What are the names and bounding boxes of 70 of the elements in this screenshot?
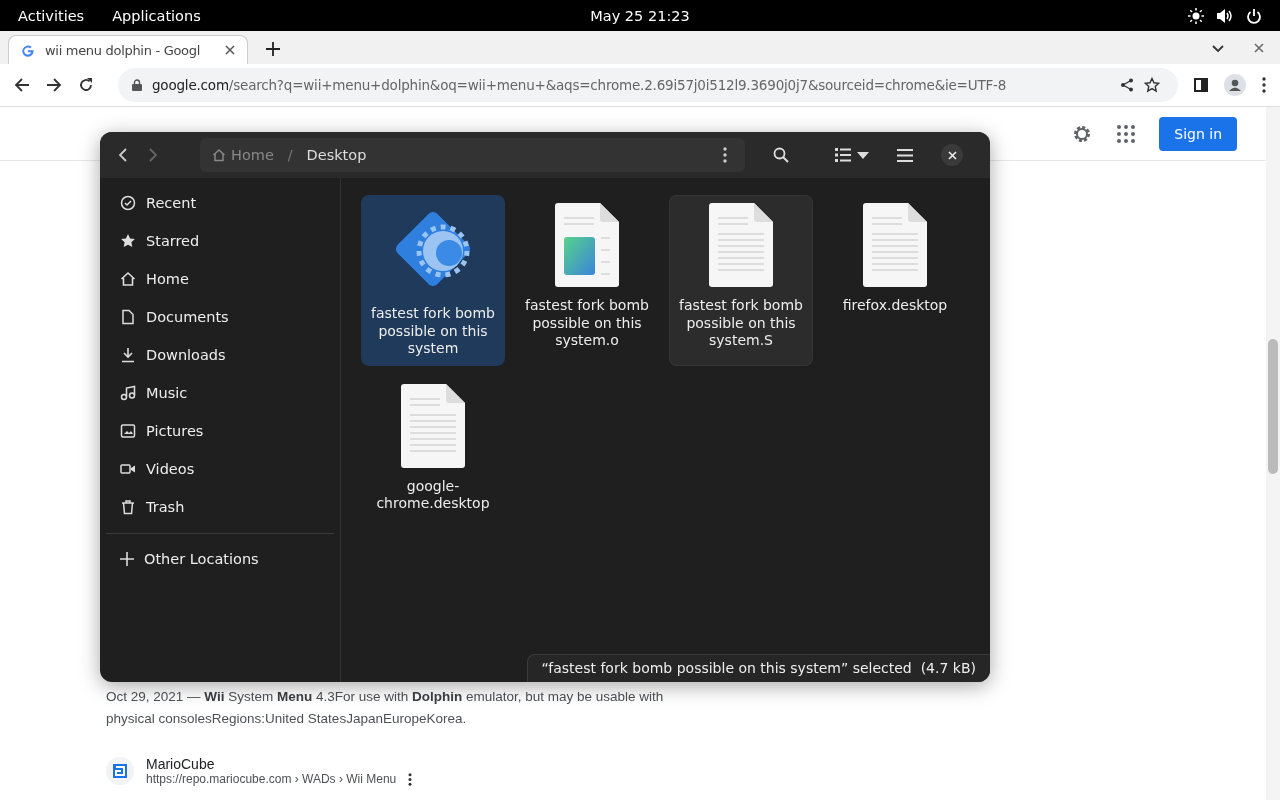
close-icon[interactable] xyxy=(1254,43,1264,53)
sidebar-item[interactable]: Other Locations xyxy=(100,540,340,578)
site-name[interactable]: MarioCube xyxy=(146,756,413,772)
list-view-icon[interactable] xyxy=(835,148,851,162)
sidebar-item[interactable]: Videos xyxy=(100,450,340,488)
search-icon[interactable] xyxy=(773,147,789,163)
sign-in-button[interactable]: Sign in xyxy=(1159,116,1237,151)
status-overlay: “fastest fork bomb possible on this system” selected (4.7 kB) xyxy=(526,654,990,682)
activities-button[interactable]: Activities xyxy=(18,7,85,24)
share-icon[interactable] xyxy=(1120,78,1134,92)
sidebar-item[interactable]: Starred xyxy=(100,222,340,260)
result-url[interactable]: https://repo.mariocube.com › WADs › Wii Menu xyxy=(146,772,397,786)
document-icon xyxy=(861,203,929,287)
path-separator: / xyxy=(287,147,293,163)
file-item[interactable]: google-chrome.desktop xyxy=(361,375,505,521)
more-icon[interactable] xyxy=(408,772,413,786)
video-icon xyxy=(120,461,136,477)
home-icon xyxy=(120,271,136,287)
close-icon[interactable] xyxy=(225,45,235,55)
brightness-icon[interactable] xyxy=(1188,7,1204,24)
sidebar-item[interactable]: Documents xyxy=(100,298,340,336)
side-panel-icon[interactable] xyxy=(1194,78,1208,92)
document-icon xyxy=(120,309,136,325)
music-note-icon xyxy=(120,385,136,401)
address-bar[interactable]: google.com/search?q=wii+menu+dolphin&oq=wii+menu+&aqs=chrome.2.69i57j0i512l9.3690j0j7&sourceid=chrome&ie=UTF-8 xyxy=(118,68,1178,102)
sidebar-item[interactable]: Downloads xyxy=(100,336,340,374)
profile-avatar-icon[interactable] xyxy=(1224,74,1246,96)
document-icon xyxy=(399,383,467,468)
plus-icon xyxy=(120,552,134,566)
trash-icon xyxy=(120,499,136,515)
forward-icon[interactable] xyxy=(46,77,62,93)
result-snippet: Oct 29, 2021 — Wii System Menu 4.3For use with Dolphin emulator, but may be usable with physical consolesRegions:United StatesJapanEuropeKorea. xyxy=(106,688,665,728)
scrollbar[interactable] xyxy=(1266,107,1280,800)
home-icon xyxy=(212,148,226,162)
document-icon xyxy=(553,203,621,287)
browser-tab[interactable]: wii menu dolphin - Googl xyxy=(8,35,248,64)
applications-menu[interactable]: Applications xyxy=(112,7,201,24)
sidebar-item[interactable]: Pictures xyxy=(100,412,340,450)
new-tab-icon[interactable] xyxy=(266,42,280,56)
site-favicon-icon xyxy=(106,757,134,785)
apps-grid-icon[interactable] xyxy=(1117,124,1136,143)
path-button[interactable]: Desktop xyxy=(306,147,367,163)
file-item[interactable]: firefox.desktop xyxy=(823,195,967,366)
download-icon xyxy=(120,347,136,363)
sidebar-item[interactable]: Trash xyxy=(100,488,340,526)
image-icon xyxy=(120,423,136,439)
reload-icon[interactable] xyxy=(78,77,94,93)
menu-icon[interactable] xyxy=(897,148,913,162)
dropdown-icon[interactable] xyxy=(857,151,869,159)
document-icon xyxy=(707,203,775,287)
file-item[interactable]: fastest fork bomb possible on this system.o xyxy=(515,195,659,366)
more-icon[interactable] xyxy=(723,147,727,163)
file-item[interactable]: fastest fork bomb possible on this system.S xyxy=(669,195,813,366)
power-icon[interactable] xyxy=(1246,7,1262,24)
close-icon xyxy=(947,150,957,160)
star-icon xyxy=(120,233,136,249)
star-icon[interactable] xyxy=(1144,77,1160,93)
volume-icon[interactable] xyxy=(1216,7,1234,24)
close-button[interactable] xyxy=(941,144,963,166)
clock[interactable]: May 25 21:23 xyxy=(590,7,690,24)
sidebar-item[interactable]: Recent xyxy=(100,184,340,222)
lock-icon xyxy=(132,79,142,91)
tab-list-icon[interactable] xyxy=(1212,45,1224,53)
google-icon xyxy=(21,43,35,57)
sidebar-item[interactable]: Home xyxy=(100,260,340,298)
sidebar-item[interactable]: Music xyxy=(100,374,340,412)
more-icon[interactable] xyxy=(1262,77,1266,93)
back-icon[interactable] xyxy=(14,77,30,93)
file-item[interactable]: fastest fork bomb possible on this system xyxy=(361,195,505,366)
path-button[interactable]: Home xyxy=(212,147,274,163)
